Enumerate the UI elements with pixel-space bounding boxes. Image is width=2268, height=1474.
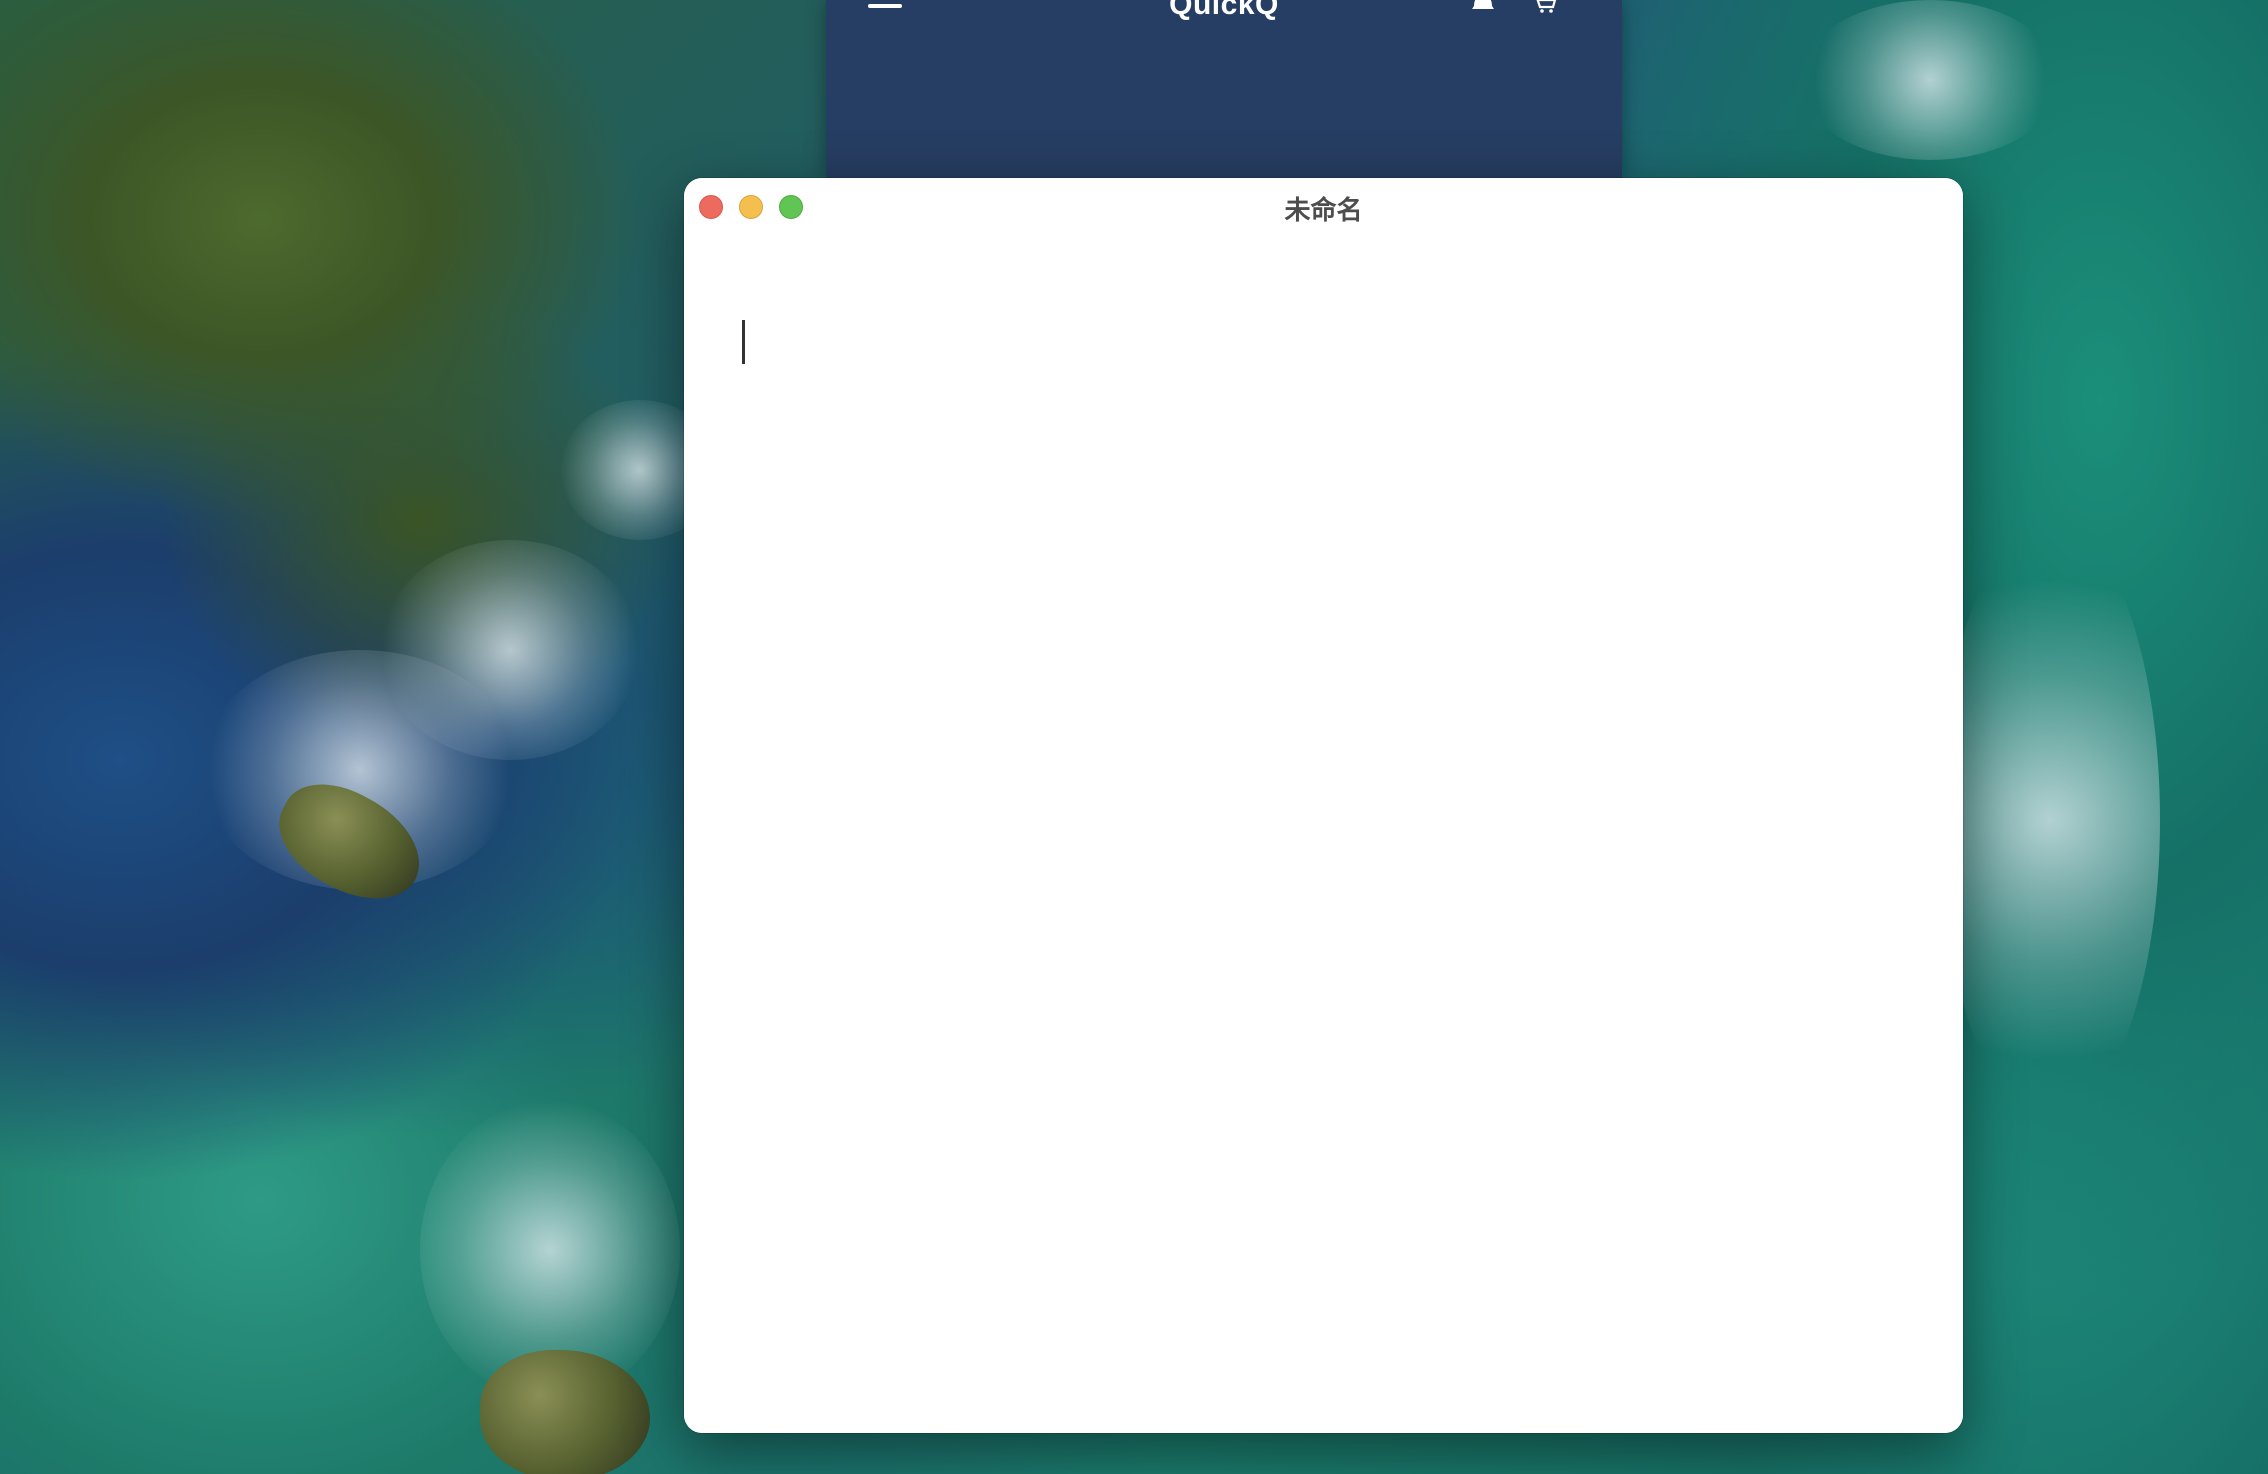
wave-foam	[1940, 520, 2160, 1120]
cart-icon[interactable]	[1532, 0, 1558, 14]
wave-foam	[380, 540, 640, 760]
document-text-area[interactable]	[684, 234, 1963, 1433]
quickq-window[interactable]: QuickQ	[826, 0, 1622, 180]
window-title: 未命名	[1284, 195, 1363, 225]
desktop-wallpaper: QuickQ 未命名	[0, 0, 2268, 1474]
bell-icon[interactable]	[1470, 0, 1496, 14]
quickq-title: QuickQ	[1169, 0, 1279, 21]
rock	[261, 765, 439, 920]
text-editor-window[interactable]: 未命名	[684, 178, 1963, 1433]
wave-foam	[420, 1100, 680, 1400]
text-cursor	[742, 320, 745, 364]
title-bar[interactable]: 未命名	[684, 178, 1963, 234]
wave-foam	[1800, 0, 2060, 160]
rock	[480, 1350, 650, 1474]
wave-foam	[200, 650, 520, 890]
